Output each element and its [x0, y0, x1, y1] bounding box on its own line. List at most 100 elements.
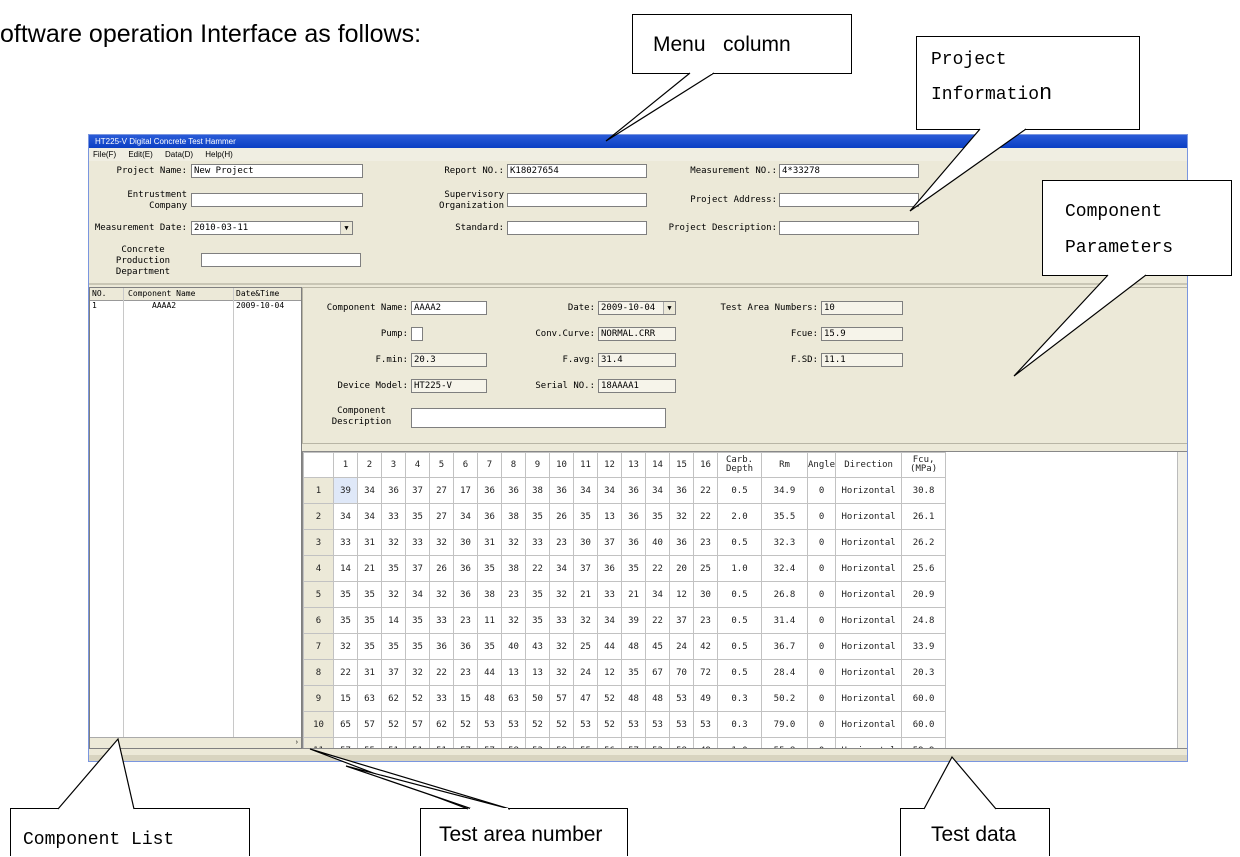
test-data-cell[interactable]: 1.0: [717, 555, 762, 582]
test-data-cell[interactable]: 24.8: [901, 607, 947, 634]
test-data-cell[interactable]: 35: [525, 581, 550, 608]
test-data-cell[interactable]: 35: [333, 607, 358, 634]
column-header[interactable]: 3: [381, 452, 406, 478]
test-data-cell[interactable]: 33: [429, 685, 454, 712]
test-data-cell[interactable]: 33: [549, 607, 574, 634]
test-area-number-cell[interactable]: 9: [303, 685, 334, 712]
test-data-cell[interactable]: 24: [573, 659, 598, 686]
standard-field[interactable]: [507, 221, 647, 235]
test-data-cell[interactable]: 57: [621, 737, 646, 748]
test-data-cell[interactable]: Horizontal: [835, 685, 903, 712]
column-header[interactable]: 5: [429, 452, 454, 478]
test-data-cell[interactable]: 39: [621, 607, 646, 634]
column-header[interactable]: 11: [573, 452, 598, 478]
measurement-no-field[interactable]: 4*33278: [779, 164, 919, 178]
column-header[interactable]: 4: [405, 452, 430, 478]
test-data-cell[interactable]: 1.0: [717, 737, 762, 748]
supervisory-field[interactable]: [507, 193, 647, 207]
test-area-number-cell[interactable]: 11: [303, 737, 334, 748]
test-data-cell[interactable]: 35: [381, 633, 406, 660]
device-model-field[interactable]: HT225-V: [411, 379, 487, 393]
test-data-cell[interactable]: 22: [645, 555, 670, 582]
test-data-cell[interactable]: 32: [501, 529, 526, 556]
test-data-cell[interactable]: 62: [381, 685, 406, 712]
serial-no-field[interactable]: 18AAAA1: [598, 379, 676, 393]
test-data-cell[interactable]: 36: [477, 503, 502, 530]
test-data-cell[interactable]: 38: [477, 581, 502, 608]
test-data-cell[interactable]: 51: [429, 737, 454, 748]
test-data-cell[interactable]: 36: [597, 555, 622, 582]
test-data-cell[interactable]: 34: [357, 503, 382, 530]
test-data-cell[interactable]: 0.3: [717, 685, 762, 712]
test-data-cell[interactable]: 53: [621, 711, 646, 738]
test-data-cell[interactable]: 53: [525, 737, 550, 748]
column-header[interactable]: Fcu, (MPa): [901, 452, 947, 478]
column-header[interactable]: Angle: [806, 452, 837, 478]
test-data-cell[interactable]: 45: [645, 633, 670, 660]
entrustment-field[interactable]: [191, 193, 363, 207]
test-data-cell[interactable]: 37: [381, 659, 406, 686]
test-data-cell[interactable]: 37: [405, 477, 430, 504]
test-data-cell[interactable]: 35: [621, 659, 646, 686]
test-data-cell[interactable]: 14: [381, 607, 406, 634]
test-area-number-cell[interactable]: 2: [303, 503, 334, 530]
test-data-cell[interactable]: Horizontal: [835, 737, 903, 748]
test-data-cell[interactable]: 21: [621, 581, 646, 608]
test-data-cell[interactable]: 62: [429, 711, 454, 738]
test-data-cell[interactable]: 35: [405, 503, 430, 530]
test-data-cell[interactable]: 48: [621, 633, 646, 660]
chevron-down-icon[interactable]: ▼: [340, 222, 352, 234]
column-header[interactable]: 16: [693, 452, 718, 478]
test-area-number-cell[interactable]: 4: [303, 555, 334, 582]
test-data-cell[interactable]: 31: [357, 529, 382, 556]
test-data-cell[interactable]: 34: [405, 581, 430, 608]
test-data-cell[interactable]: 0: [806, 659, 837, 686]
test-data-cell[interactable]: 58: [669, 737, 694, 748]
test-data-cell[interactable]: Horizontal: [835, 555, 903, 582]
test-data-cell[interactable]: 34: [333, 503, 358, 530]
test-data-cell[interactable]: 37: [405, 555, 430, 582]
test-data-cell[interactable]: 25: [693, 555, 718, 582]
test-area-number-cell[interactable]: 10: [303, 711, 334, 738]
test-data-cell[interactable]: 0.3: [717, 711, 762, 738]
project-description-field[interactable]: [779, 221, 919, 235]
test-data-cell[interactable]: 33.9: [901, 633, 947, 660]
test-data-cell[interactable]: 34: [357, 477, 382, 504]
test-data-cell[interactable]: 57: [477, 737, 502, 748]
report-no-field[interactable]: K18027654: [507, 164, 647, 178]
test-data-cell[interactable]: 36: [669, 529, 694, 556]
test-data-cell[interactable]: 26.8: [761, 581, 808, 608]
test-data-cell[interactable]: 12: [597, 659, 622, 686]
test-data-cell[interactable]: 0.5: [717, 477, 762, 504]
test-data-cell[interactable]: Horizontal: [835, 711, 903, 738]
test-data-cell[interactable]: 0: [806, 529, 837, 556]
test-data-cell[interactable]: Horizontal: [835, 477, 903, 504]
test-data-cell[interactable]: 23: [693, 529, 718, 556]
test-data-cell[interactable]: 57: [453, 737, 478, 748]
test-data-cell[interactable]: Horizontal: [835, 529, 903, 556]
column-header[interactable]: Direction: [835, 452, 903, 478]
test-data-cell[interactable]: 0: [806, 477, 837, 504]
test-data-cell[interactable]: 32: [549, 581, 574, 608]
test-data-cell[interactable]: 33: [381, 503, 406, 530]
test-data-cell[interactable]: 44: [477, 659, 502, 686]
test-data-cell[interactable]: 0: [806, 633, 837, 660]
test-data-cell[interactable]: 0: [806, 555, 837, 582]
test-data-cell[interactable]: 27: [429, 477, 454, 504]
favg-field[interactable]: 31.4: [598, 353, 676, 367]
column-header[interactable]: 6: [453, 452, 478, 478]
test-data-cell[interactable]: 34: [645, 581, 670, 608]
test-data-cell[interactable]: 36: [381, 477, 406, 504]
test-data-cell[interactable]: 32: [405, 659, 430, 686]
test-data-cell[interactable]: 53: [693, 711, 718, 738]
test-data-grid[interactable]: 1 2 3 4 5 6 7 8 9 10 11 12 13 14 15 16 Carb. Depth Rm Angl…: [302, 451, 1187, 749]
component-date-picker[interactable]: 2009-10-04 ▼: [598, 301, 676, 315]
test-data-cell[interactable]: 22: [645, 607, 670, 634]
test-data-cell[interactable]: 30: [453, 529, 478, 556]
test-data-cell[interactable]: 42: [693, 633, 718, 660]
test-data-cell[interactable]: 53: [477, 711, 502, 738]
menu-data[interactable]: Data(D): [165, 150, 193, 159]
test-data-cell[interactable]: 34: [549, 555, 574, 582]
project-name-field[interactable]: New Project: [191, 164, 363, 178]
test-data-cell[interactable]: 32.3: [761, 529, 808, 556]
